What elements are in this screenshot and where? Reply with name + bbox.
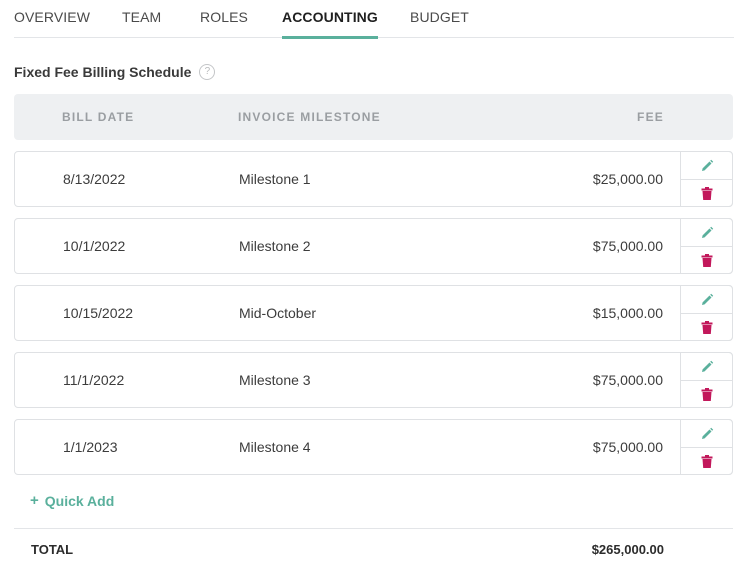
tab-bar: OVERVIEW TEAM ROLES ACCOUNTING BUDGET	[14, 0, 734, 39]
divider	[14, 528, 733, 529]
row-actions	[680, 151, 733, 207]
page: OVERVIEW TEAM ROLES ACCOUNTING BUDGET Fi…	[0, 0, 749, 577]
table-row: 1/1/2023 Milestone 4 $75,000.00	[14, 419, 733, 475]
pencil-icon	[701, 226, 713, 238]
pencil-icon	[701, 360, 713, 372]
quick-add-label: Quick Add	[44, 492, 115, 509]
row-actions	[680, 419, 733, 475]
bill-date: 11/1/2022	[63, 372, 125, 388]
pencil-icon	[701, 159, 713, 171]
edit-button[interactable]	[681, 286, 732, 313]
delete-button[interactable]	[681, 246, 732, 274]
table-row: 11/1/2022 Milestone 3 $75,000.00	[14, 352, 733, 408]
tab-roles[interactable]: ROLES	[200, 9, 248, 36]
row-actions	[680, 285, 733, 341]
invoice-milestone: Milestone 1	[239, 171, 311, 187]
tab-accounting[interactable]: ACCOUNTING	[282, 9, 378, 39]
invoice-milestone: Milestone 2	[239, 238, 311, 254]
invoice-milestone: Milestone 4	[239, 439, 311, 455]
table-row: 10/1/2022 Milestone 2 $75,000.00	[14, 218, 733, 274]
total-value: $265,000.00	[591, 542, 664, 557]
invoice-milestone: Mid-October	[239, 305, 317, 321]
trash-icon	[701, 455, 712, 468]
fee: $75,000.00	[592, 372, 663, 388]
trash-icon	[701, 321, 712, 334]
column-header-fee: FEE	[637, 110, 664, 124]
delete-button[interactable]	[681, 380, 732, 408]
bill-date: 10/1/2022	[63, 238, 126, 254]
fee: $75,000.00	[592, 238, 663, 254]
bill-date: 1/1/2023	[63, 439, 118, 455]
tab-overview[interactable]: OVERVIEW	[14, 9, 90, 36]
section-title: Fixed Fee Billing Schedule ?	[14, 64, 216, 80]
bill-date: 8/13/2022	[63, 171, 126, 187]
trash-icon	[701, 187, 712, 200]
row-actions	[680, 352, 733, 408]
column-header-invoice-milestone: INVOICE MILESTONE	[238, 110, 381, 124]
edit-button[interactable]	[681, 420, 732, 447]
delete-button[interactable]	[681, 179, 732, 207]
section-title-text: Fixed Fee Billing Schedule	[14, 64, 192, 80]
column-header-bill-date: BILL DATE	[62, 110, 135, 124]
row-actions	[680, 218, 733, 274]
invoice-milestone: Milestone 3	[239, 372, 311, 388]
tab-team[interactable]: TEAM	[122, 9, 161, 36]
pencil-icon	[701, 427, 713, 439]
fee: $15,000.00	[592, 305, 663, 321]
delete-button[interactable]	[681, 447, 732, 475]
table-header: BILL DATE INVOICE MILESTONE FEE	[14, 94, 733, 140]
edit-button[interactable]	[681, 152, 732, 179]
total-label: TOTAL	[31, 542, 74, 557]
edit-button[interactable]	[681, 219, 732, 246]
table-row: 10/15/2022 Mid-October $15,000.00	[14, 285, 733, 341]
plus-icon: +	[30, 492, 39, 509]
table-row: 8/13/2022 Milestone 1 $25,000.00	[14, 151, 733, 207]
trash-icon	[701, 388, 712, 401]
help-icon[interactable]: ?	[199, 64, 216, 80]
trash-icon	[701, 254, 712, 267]
delete-button[interactable]	[681, 313, 732, 341]
tab-budget[interactable]: BUDGET	[410, 9, 469, 36]
pencil-icon	[701, 293, 713, 305]
quick-add-button[interactable]: + Quick Add	[30, 492, 114, 509]
fee: $75,000.00	[592, 439, 663, 455]
edit-button[interactable]	[681, 353, 732, 380]
bill-date: 10/15/2022	[63, 305, 134, 321]
fee: $25,000.00	[592, 171, 663, 187]
